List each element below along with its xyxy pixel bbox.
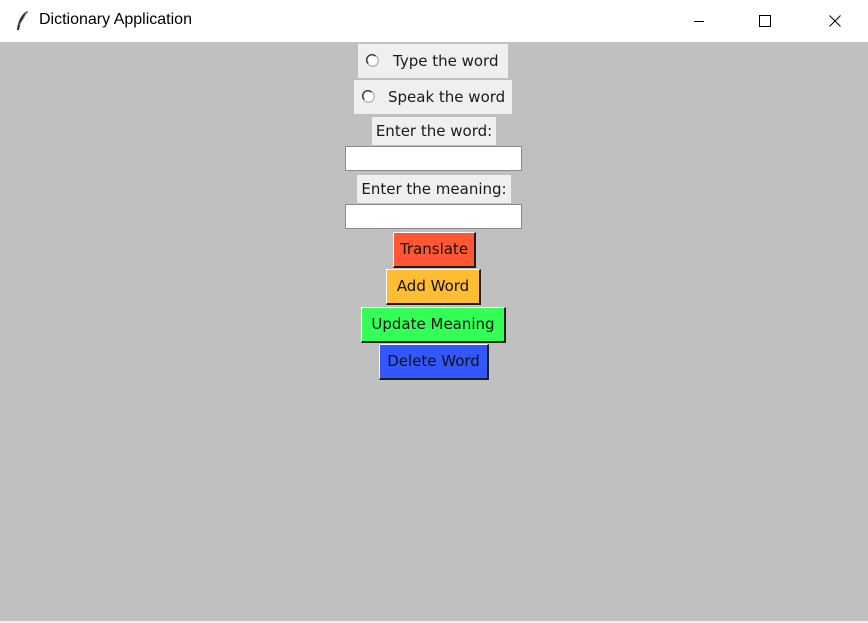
word-field-label: Enter the word:	[372, 117, 496, 145]
feather-icon	[14, 10, 30, 32]
delete-word-button[interactable]: Delete Word	[379, 344, 489, 380]
type-word-radio[interactable]: Type the word	[358, 44, 508, 78]
update-meaning-button[interactable]: Update Meaning	[361, 307, 506, 343]
word-input[interactable]	[345, 146, 522, 171]
window-title: Dictionary Application	[39, 11, 192, 28]
meaning-input[interactable]	[345, 204, 522, 229]
radio-circle-icon[interactable]	[366, 53, 379, 67]
meaning-field-label: Enter the meaning:	[357, 175, 511, 203]
close-icon	[829, 15, 841, 27]
maximize-icon	[759, 15, 771, 27]
add-word-button[interactable]: Add Word	[386, 269, 481, 305]
type-word-label: Type the word	[393, 52, 499, 70]
minimize-button[interactable]	[676, 0, 722, 42]
minimize-icon	[693, 15, 705, 27]
translate-button[interactable]: Translate	[393, 232, 476, 268]
radio-circle-icon[interactable]	[362, 89, 375, 103]
title-bar[interactable]: Dictionary Application	[0, 0, 868, 42]
close-button[interactable]	[812, 0, 858, 42]
maximize-button[interactable]	[742, 0, 788, 42]
speak-word-radio[interactable]: Speak the word	[354, 80, 512, 114]
speak-word-label: Speak the word	[388, 88, 506, 106]
